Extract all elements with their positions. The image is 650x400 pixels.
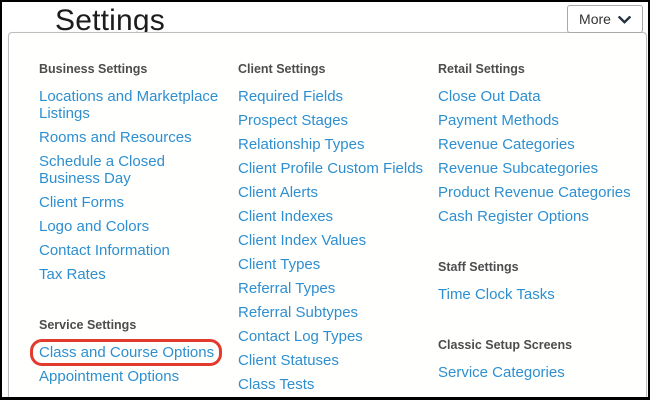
settings-link-highlighted[interactable]: Class and Course Options bbox=[29, 339, 223, 366]
settings-link[interactable]: Revenue Categories bbox=[438, 136, 575, 153]
section-heading: Business Settings bbox=[39, 62, 148, 76]
settings-link[interactable]: Referral Types bbox=[238, 280, 335, 297]
settings-link[interactable]: Payment Methods bbox=[438, 112, 559, 129]
settings-link[interactable]: Referral Subtypes bbox=[238, 304, 358, 321]
settings-link[interactable]: Client Index Values bbox=[238, 232, 366, 249]
settings-link[interactable]: Time Clock Tasks bbox=[438, 286, 555, 303]
settings-link[interactable]: Client Statuses bbox=[238, 352, 339, 369]
settings-link[interactable]: Revenue Subcategories bbox=[438, 160, 598, 177]
settings-link[interactable]: Tax Rates bbox=[39, 266, 106, 283]
panel-column-2: Client Settings Required Fields Prospect S… bbox=[238, 61, 434, 397]
settings-section: Client Settings Required Fields Prospect S… bbox=[238, 61, 434, 393]
section-heading: Retail Settings bbox=[438, 62, 525, 76]
more-button[interactable]: More bbox=[567, 5, 643, 33]
settings-link[interactable]: Relationship Types bbox=[238, 136, 364, 153]
settings-link[interactable]: Contact Information bbox=[39, 242, 170, 259]
settings-section: Staff Settings Time Clock Tasks bbox=[438, 259, 643, 303]
settings-section: Business Settings Locations and Marketpla… bbox=[39, 61, 229, 283]
settings-link[interactable]: Close Out Data bbox=[438, 88, 541, 105]
settings-link[interactable]: Appointment Options bbox=[39, 368, 179, 385]
settings-link[interactable]: Required Fields bbox=[238, 88, 343, 105]
settings-link[interactable]: Client Indexes bbox=[238, 208, 333, 225]
settings-link[interactable]: Class Tests bbox=[238, 376, 314, 393]
settings-window: Settings More Business Settings Locations… bbox=[0, 0, 650, 400]
panel-column-1: Business Settings Locations and Marketpla… bbox=[29, 61, 229, 392]
settings-link[interactable]: Client Profile Custom Fields bbox=[238, 160, 423, 177]
more-button-label: More bbox=[579, 11, 611, 27]
settings-link[interactable]: Service Categories bbox=[438, 364, 565, 381]
settings-section: Service Settings Class and Course Options… bbox=[29, 317, 229, 385]
settings-link[interactable]: Client Types bbox=[238, 256, 320, 273]
settings-dropdown-panel: Business Settings Locations and Marketpla… bbox=[8, 32, 647, 397]
panel-column-3: Retail Settings Close Out Data Payment Met… bbox=[438, 61, 643, 388]
section-heading: Staff Settings bbox=[438, 260, 519, 274]
section-heading: Classic Setup Screens bbox=[438, 338, 573, 352]
settings-link[interactable]: Prospect Stages bbox=[238, 112, 348, 129]
settings-link[interactable]: Schedule a Closed Business Day bbox=[39, 153, 229, 187]
chevron-down-icon bbox=[617, 16, 631, 24]
settings-link[interactable]: Client Alerts bbox=[238, 184, 318, 201]
settings-link[interactable]: Locations and Marketplace Listings bbox=[39, 88, 229, 122]
settings-section: Classic Setup Screens Service Categories bbox=[438, 337, 643, 381]
settings-link[interactable]: Client Forms bbox=[39, 194, 124, 211]
settings-link[interactable]: Product Revenue Categories bbox=[438, 184, 631, 201]
settings-link[interactable]: Rooms and Resources bbox=[39, 129, 192, 146]
settings-link[interactable]: Contact Log Types bbox=[238, 328, 363, 345]
settings-section: Retail Settings Close Out Data Payment Met… bbox=[438, 61, 643, 225]
settings-link[interactable]: Cash Register Options bbox=[438, 208, 589, 225]
section-heading: Service Settings bbox=[39, 318, 137, 332]
section-heading: Client Settings bbox=[238, 62, 326, 76]
settings-link[interactable]: Logo and Colors bbox=[39, 218, 149, 235]
